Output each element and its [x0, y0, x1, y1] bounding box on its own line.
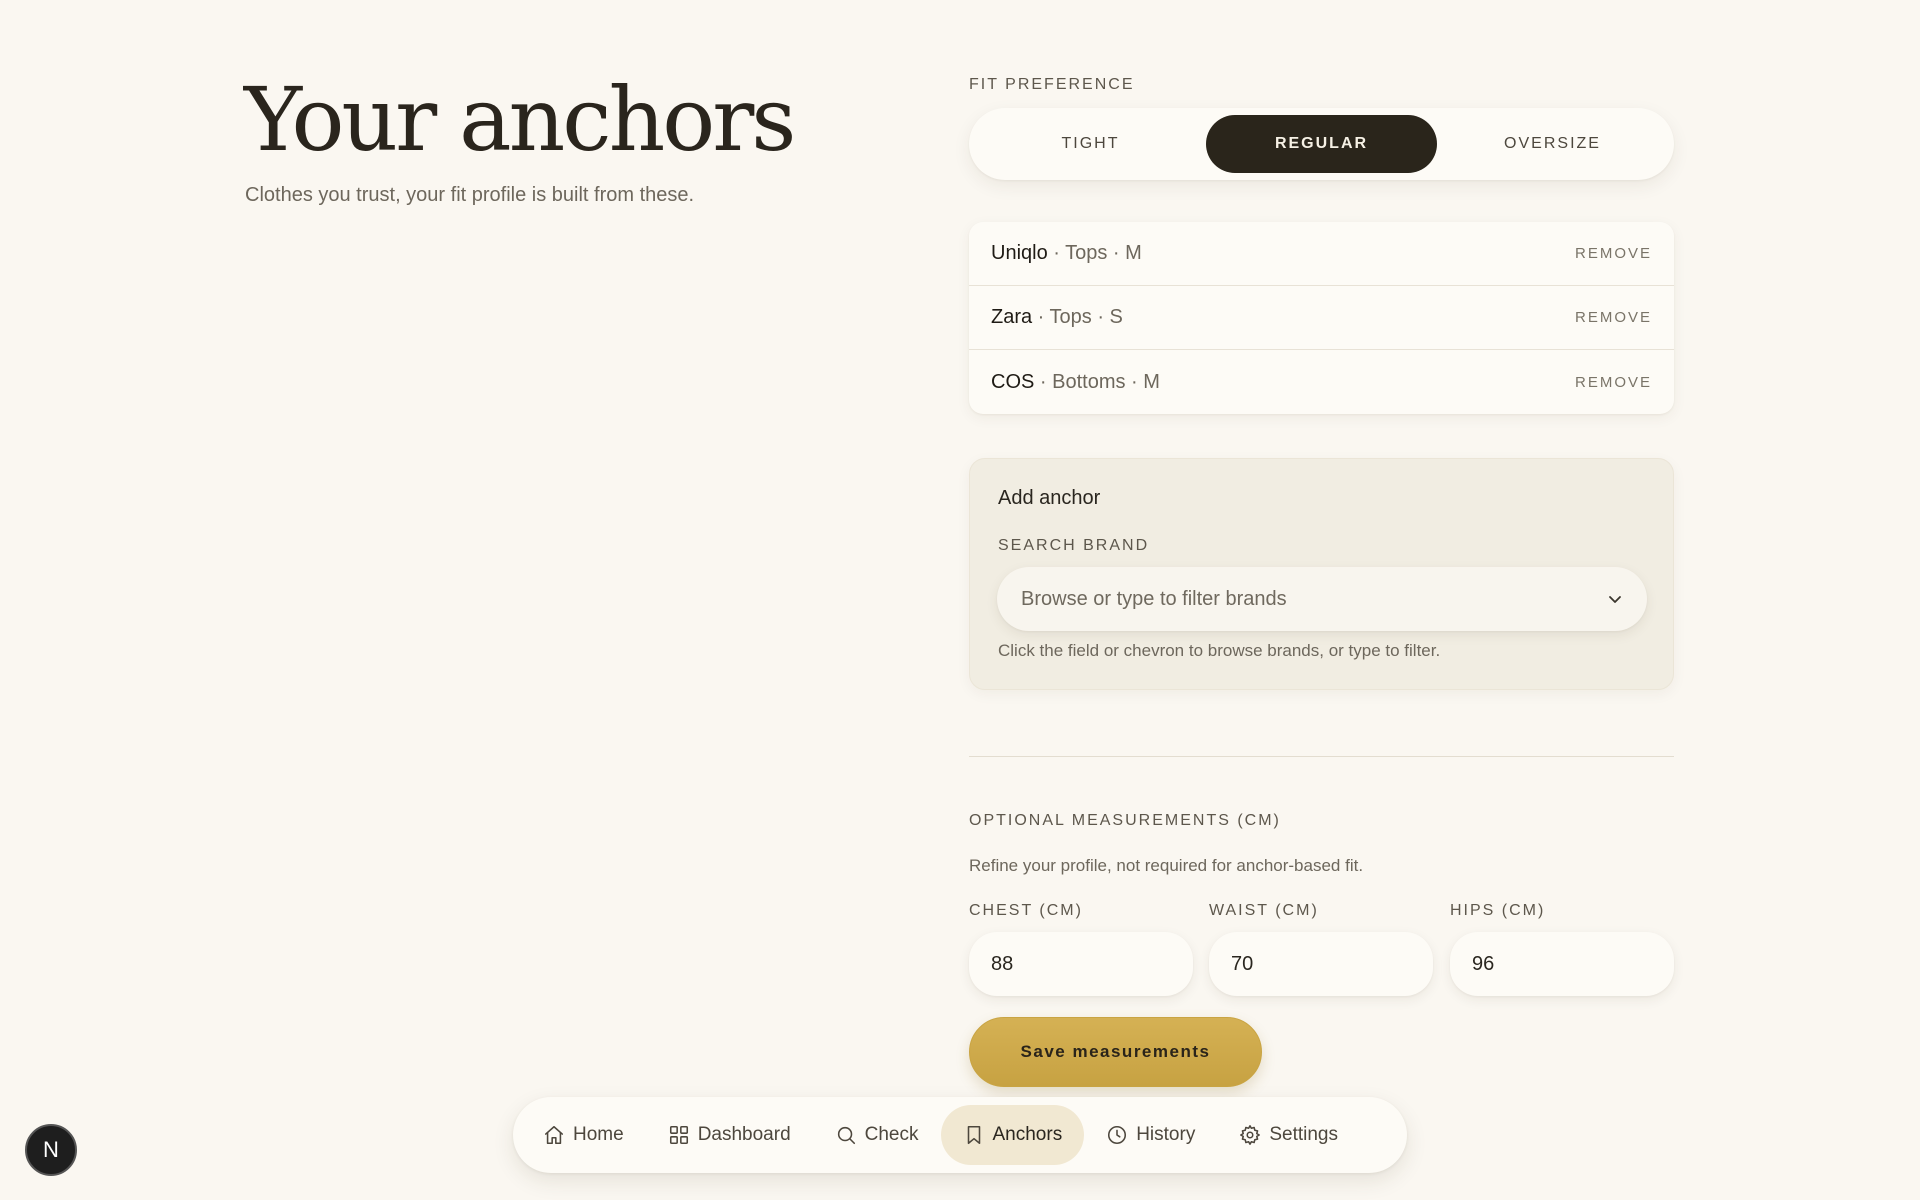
grid-icon: [669, 1125, 688, 1145]
section-divider: [969, 756, 1674, 757]
remove-anchor-button[interactable]: REMOVE: [1575, 374, 1652, 391]
app-badge-letter: N: [43, 1137, 59, 1162]
nav-item-label: Dashboard: [697, 1124, 791, 1145]
anchor-brand: COS: [991, 370, 1035, 393]
bottom-nav: Home Dashboard Check Anchors History Set…: [513, 1097, 1407, 1173]
hips-input[interactable]: [1450, 932, 1674, 996]
chevron-down-icon[interactable]: [1607, 591, 1623, 607]
hips-field: HIPS (CM): [1450, 902, 1674, 996]
nav-item-settings[interactable]: Settings: [1217, 1105, 1360, 1165]
page-title: Your anchors: [244, 68, 796, 171]
anchor-brand: Uniqlo: [991, 242, 1048, 264]
anchor-details: · Bottoms · M: [1034, 370, 1160, 393]
anchor-text: COS · Bottoms · M: [991, 371, 1160, 394]
remove-anchor-button[interactable]: REMOVE: [1575, 309, 1652, 326]
waist-input[interactable]: [1209, 932, 1433, 996]
nav-item-label: History: [1136, 1124, 1196, 1145]
anchor-brand: Zara: [991, 306, 1033, 328]
anchor-row: Zara · Tops · S REMOVE: [969, 286, 1674, 350]
fit-option-tight[interactable]: TIGHT: [975, 115, 1206, 173]
brand-search-combobox[interactable]: [997, 567, 1647, 631]
search-icon: [837, 1126, 855, 1145]
nav-item-home[interactable]: Home: [521, 1105, 646, 1165]
anchor-list: Uniqlo · Tops · M REMOVE Zara · Tops · S…: [969, 222, 1674, 414]
search-brand-label: SEARCH BRAND: [998, 537, 1150, 554]
anchor-text: Zara · Tops · S: [991, 306, 1123, 329]
nav-item-label: Check: [864, 1124, 919, 1145]
clock-icon: [1108, 1125, 1127, 1145]
remove-anchor-button[interactable]: REMOVE: [1575, 245, 1652, 262]
nav-item-label: Home: [573, 1124, 624, 1145]
nav-item-label: Anchors: [992, 1124, 1063, 1145]
nav-item-check[interactable]: Check: [813, 1105, 941, 1165]
app-badge[interactable]: N: [25, 1124, 77, 1176]
nav-item-anchors[interactable]: Anchors: [940, 1105, 1085, 1165]
fit-option-regular[interactable]: REGULAR: [1206, 115, 1437, 173]
waist-field: WAIST (CM): [1209, 902, 1433, 996]
measurements-description: Refine your profile, not required for an…: [969, 856, 1364, 875]
nav-item-label: Settings: [1269, 1124, 1338, 1145]
brand-helper-text: Click the field or chevron to browse bra…: [998, 641, 1441, 660]
chest-label: CHEST (CM): [969, 902, 1083, 919]
bookmark-icon: [967, 1125, 980, 1145]
brand-search-input[interactable]: [1021, 587, 1581, 611]
anchor-row: COS · Bottoms · M REMOVE: [969, 350, 1674, 414]
anchor-details: · Tops · S: [1032, 306, 1123, 328]
chest-field: CHEST (CM): [969, 902, 1193, 996]
nav-item-history[interactable]: History: [1084, 1105, 1217, 1165]
fit-preference-segmented-control: TIGHT REGULAR OVERSIZE: [969, 108, 1674, 180]
anchor-row: Uniqlo · Tops · M REMOVE: [969, 222, 1674, 286]
page-subtitle: Clothes you trust, your fit profile is b…: [245, 184, 695, 206]
waist-label: WAIST (CM): [1209, 902, 1319, 919]
chest-input[interactable]: [969, 932, 1193, 996]
anchor-text: Uniqlo · Tops · M: [991, 242, 1142, 265]
fit-preference-label: FIT PREFERENCE: [969, 76, 1135, 93]
gear-icon: [1240, 1125, 1261, 1145]
nav-item-dashboard[interactable]: Dashboard: [646, 1105, 813, 1165]
add-anchor-title: Add anchor: [998, 487, 1101, 509]
add-anchor-card: Add anchor SEARCH BRAND Click the field …: [969, 458, 1674, 690]
fit-option-oversize[interactable]: OVERSIZE: [1437, 115, 1668, 173]
save-measurements-button[interactable]: Save measurements: [969, 1017, 1262, 1087]
measurements-label: OPTIONAL MEASUREMENTS (CM): [969, 812, 1281, 829]
hips-label: HIPS (CM): [1450, 902, 1546, 919]
anchor-details: · Tops · M: [1047, 242, 1142, 264]
home-icon: [544, 1125, 564, 1145]
